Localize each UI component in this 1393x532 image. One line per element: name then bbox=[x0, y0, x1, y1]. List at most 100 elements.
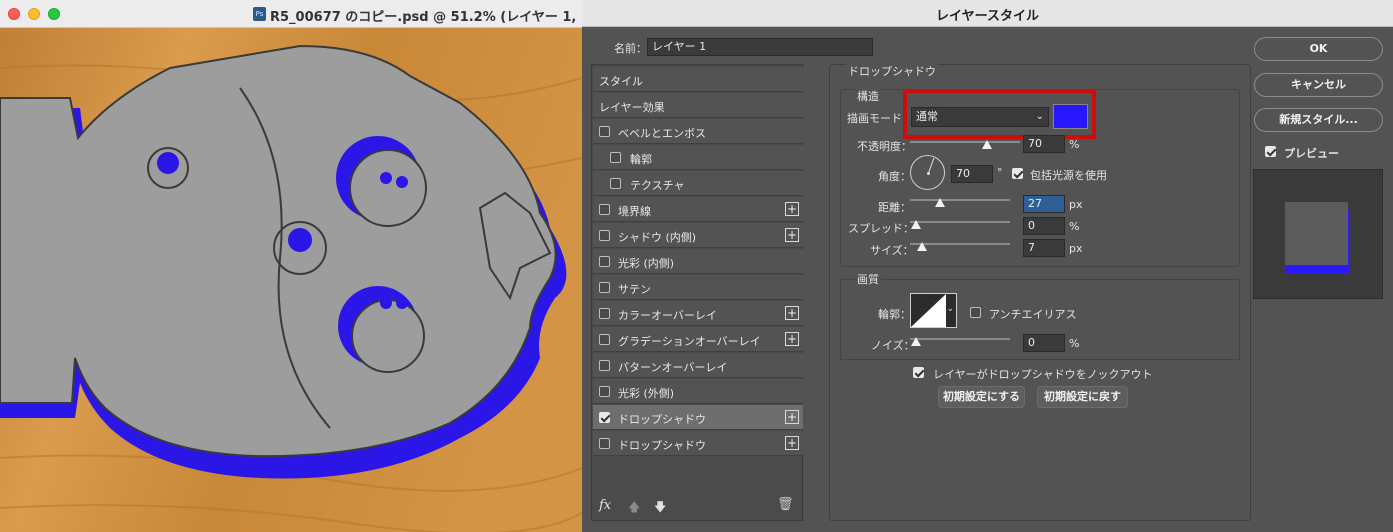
global-light-label: 包括光源を使用 bbox=[1030, 169, 1107, 182]
blend-mode-select[interactable]: 通常 ⌄ bbox=[911, 107, 1049, 127]
zoom-window-button[interactable] bbox=[48, 8, 60, 20]
style-list-item[interactable]: スタイル bbox=[593, 67, 803, 92]
style-list-item[interactable]: レイヤー効果 bbox=[593, 93, 803, 118]
antialias-label: アンチエイリアス bbox=[989, 308, 1077, 321]
document-title: R5_00677 のコピー.psd @ 51.2% (レイヤー 1, RGB bbox=[270, 10, 582, 25]
style-list-item[interactable]: テクスチャ bbox=[593, 171, 803, 196]
size-input[interactable]: 7 bbox=[1023, 239, 1065, 257]
spread-unit: % bbox=[1069, 220, 1080, 233]
image-canvas[interactable] bbox=[0, 28, 582, 532]
ok-button[interactable]: OK bbox=[1254, 37, 1383, 61]
distance-label: 距離： bbox=[878, 201, 911, 214]
style-item-label: スタイル bbox=[599, 75, 643, 88]
chevron-down-icon: ⌄ bbox=[1035, 111, 1044, 122]
chevron-down-icon: ⌄ bbox=[946, 304, 954, 314]
style-item-checkbox[interactable] bbox=[599, 308, 610, 319]
add-effect-plus-icon[interactable]: + bbox=[785, 306, 799, 320]
dialog-title: レイヤースタイル bbox=[936, 9, 1039, 24]
style-item-label: ベベルとエンボス bbox=[618, 127, 706, 140]
style-list-item[interactable]: グラデーションオーバーレイ + bbox=[593, 327, 803, 352]
angle-dial-needle bbox=[928, 157, 935, 174]
knockout-checkbox[interactable] bbox=[913, 367, 924, 378]
style-list-item[interactable]: サテン bbox=[593, 275, 803, 300]
name-label: 名前： bbox=[614, 42, 647, 55]
style-item-checkbox[interactable] bbox=[599, 412, 610, 423]
style-list-item[interactable]: ドロップシャドウ + bbox=[593, 405, 803, 430]
style-item-label: 光彩 (外側) bbox=[618, 387, 675, 400]
angle-label: 角度： bbox=[878, 170, 911, 183]
noise-slider[interactable] bbox=[910, 338, 1010, 340]
antialias-checkbox[interactable] bbox=[970, 307, 981, 318]
style-list-item[interactable]: 光彩 (内側) bbox=[593, 249, 803, 274]
dialog-titlebar: レイヤースタイル bbox=[582, 0, 1393, 27]
angle-dial[interactable] bbox=[910, 155, 945, 190]
opacity-input[interactable]: 70 bbox=[1023, 135, 1065, 153]
structure-title: 構造 bbox=[855, 88, 881, 104]
reset-default-button[interactable]: 初期設定に戻す bbox=[1037, 386, 1128, 408]
size-slider-knob[interactable] bbox=[917, 242, 927, 251]
style-item-checkbox[interactable] bbox=[599, 282, 610, 293]
style-list-item[interactable]: 光彩 (外側) bbox=[593, 379, 803, 404]
style-item-checkbox[interactable] bbox=[599, 204, 610, 215]
move-up-icon[interactable]: 🡅 bbox=[628, 498, 640, 519]
minimize-window-button[interactable] bbox=[28, 8, 40, 20]
style-item-label: 光彩 (内側) bbox=[618, 257, 675, 270]
contour-picker[interactable]: ⌄ bbox=[910, 293, 957, 328]
distance-slider-knob[interactable] bbox=[935, 198, 945, 207]
spread-slider[interactable] bbox=[910, 221, 1010, 223]
noise-slider-knob[interactable] bbox=[911, 337, 921, 346]
opacity-slider[interactable] bbox=[910, 141, 1020, 143]
add-effect-plus-icon[interactable]: + bbox=[785, 228, 799, 242]
style-item-checkbox[interactable] bbox=[599, 438, 610, 449]
new-style-button[interactable]: 新規スタイル... bbox=[1254, 108, 1383, 132]
photoshop-file-icon: Ps bbox=[253, 7, 266, 21]
style-item-checkbox[interactable] bbox=[610, 178, 621, 189]
canvas-artwork bbox=[0, 28, 582, 532]
close-window-button[interactable] bbox=[8, 8, 20, 20]
layer-name-input[interactable]: レイヤー 1 bbox=[647, 38, 873, 56]
add-effect-plus-icon[interactable]: + bbox=[785, 410, 799, 424]
noise-unit: % bbox=[1069, 337, 1080, 350]
style-item-checkbox[interactable] bbox=[599, 386, 610, 397]
make-default-button[interactable]: 初期設定にする bbox=[938, 386, 1025, 408]
move-down-icon[interactable]: 🡇 bbox=[654, 498, 666, 519]
distance-slider[interactable] bbox=[910, 199, 1010, 201]
size-label: サイズ： bbox=[870, 244, 914, 257]
style-list-item[interactable]: 境界線 + bbox=[593, 197, 803, 222]
global-light-checkbox[interactable] bbox=[1012, 168, 1023, 179]
add-effect-plus-icon[interactable]: + bbox=[785, 332, 799, 346]
opacity-slider-knob[interactable] bbox=[982, 140, 992, 149]
add-effect-plus-icon[interactable]: + bbox=[785, 436, 799, 450]
contour-linear-icon bbox=[911, 294, 946, 327]
trash-icon[interactable]: 🗑 bbox=[777, 497, 794, 512]
distance-input[interactable]: 27 bbox=[1023, 195, 1065, 213]
fx-icon[interactable]: fx bbox=[599, 498, 611, 513]
spread-label: スプレッド： bbox=[848, 222, 914, 235]
noise-input[interactable]: 0 bbox=[1023, 334, 1065, 352]
style-item-label: カラーオーバーレイ bbox=[618, 309, 717, 322]
noise-label: ノイズ： bbox=[871, 339, 915, 352]
style-list-item[interactable]: 輪郭 bbox=[593, 145, 803, 170]
style-item-checkbox[interactable] bbox=[599, 126, 610, 137]
add-effect-plus-icon[interactable]: + bbox=[785, 202, 799, 216]
style-item-checkbox[interactable] bbox=[610, 152, 621, 163]
style-item-checkbox[interactable] bbox=[599, 230, 610, 241]
style-item-checkbox[interactable] bbox=[599, 360, 610, 371]
style-list-footer: fx 🡅 🡇 🗑 bbox=[591, 492, 803, 522]
style-item-label: 境界線 bbox=[618, 205, 651, 218]
spread-input[interactable]: 0 bbox=[1023, 217, 1065, 235]
style-list-item[interactable]: パターンオーバーレイ bbox=[593, 353, 803, 378]
angle-input[interactable]: 70 bbox=[951, 165, 993, 183]
distance-unit: px bbox=[1069, 198, 1083, 211]
style-list-item[interactable]: シャドウ (内側) + bbox=[593, 223, 803, 248]
spread-slider-knob[interactable] bbox=[911, 220, 921, 229]
style-item-checkbox[interactable] bbox=[599, 334, 610, 345]
style-list-item[interactable]: ドロップシャドウ + bbox=[593, 431, 803, 456]
shadow-color-swatch[interactable] bbox=[1053, 104, 1088, 129]
style-list-item[interactable]: ベベルとエンボス bbox=[593, 119, 803, 144]
style-item-checkbox[interactable] bbox=[599, 256, 610, 267]
style-list-item[interactable]: カラーオーバーレイ + bbox=[593, 301, 803, 326]
document-window: Ps R5_00677 のコピー.psd @ 51.2% (レイヤー 1, RG… bbox=[0, 0, 582, 532]
preview-checkbox[interactable] bbox=[1265, 146, 1276, 157]
cancel-button[interactable]: キャンセル bbox=[1254, 73, 1383, 97]
